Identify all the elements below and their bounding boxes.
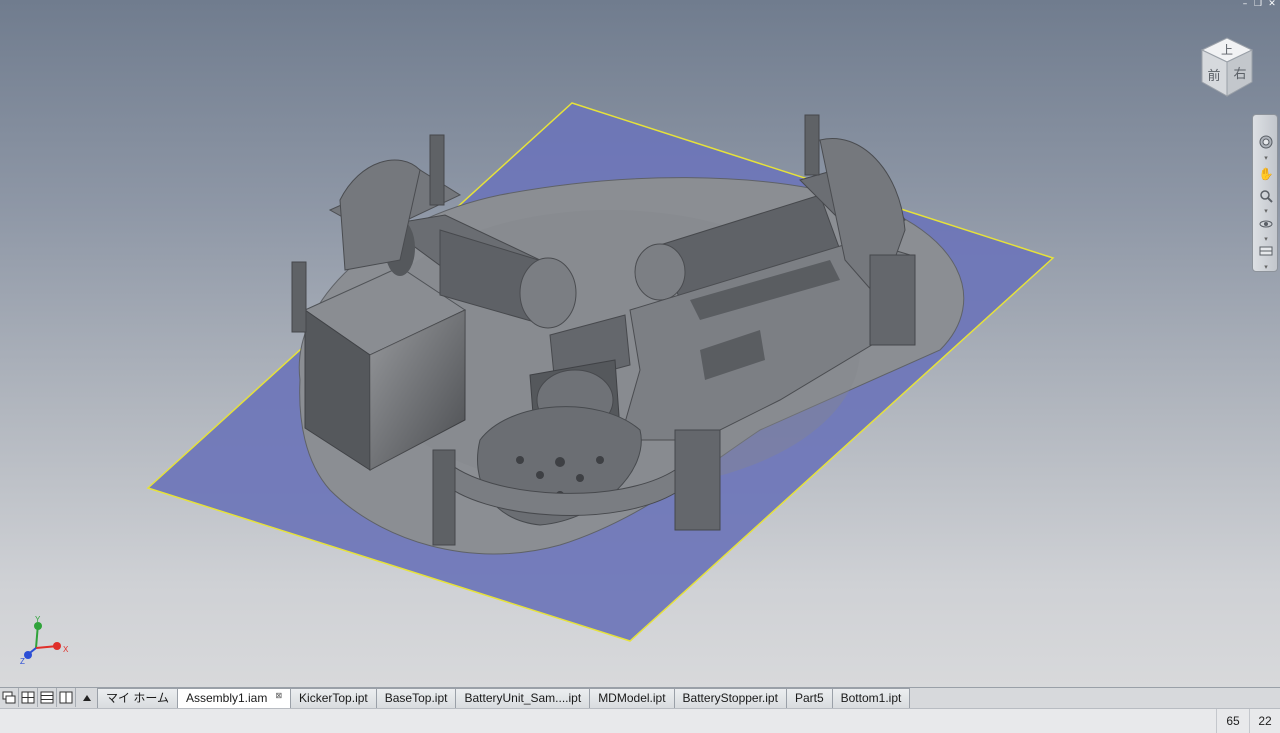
zoom-icon[interactable] bbox=[1257, 187, 1275, 205]
document-menu-up-icon[interactable] bbox=[76, 688, 98, 707]
chevron-down-icon[interactable]: ▾ bbox=[1262, 208, 1270, 215]
status-count-1: 65 bbox=[1216, 709, 1249, 733]
tab-kickertop[interactable]: KickerTop.ipt bbox=[290, 688, 377, 708]
chevron-down-icon[interactable]: ▾ bbox=[1262, 155, 1270, 162]
look-at-icon[interactable] bbox=[1257, 242, 1275, 260]
close-tab-icon[interactable]: ⊠ bbox=[275, 689, 282, 703]
graphics-viewport[interactable]: – ❐ ✕ 上 前 右 ▾ ✋ ▾ ▾ ▾ Y X Z bbox=[0, 0, 1280, 687]
view-cube[interactable]: 上 前 右 bbox=[1194, 34, 1260, 100]
viewcube-right-label[interactable]: 右 bbox=[1233, 67, 1246, 82]
tab-part5[interactable]: Part5 bbox=[785, 688, 833, 708]
close-button[interactable]: ✕ bbox=[1266, 0, 1278, 9]
coordinate-triad: Y X Z bbox=[20, 615, 69, 666]
model-scene[interactable] bbox=[0, 0, 1280, 687]
minimize-button[interactable]: – bbox=[1239, 0, 1251, 9]
tile-horizontal-icon[interactable] bbox=[38, 688, 57, 707]
tab-basetop[interactable]: BaseTop.ipt bbox=[375, 688, 457, 708]
status-count-2: 22 bbox=[1249, 709, 1280, 733]
triad-z-label: Z bbox=[20, 657, 25, 666]
tab-batterystopper[interactable]: BatteryStopper.ipt bbox=[673, 688, 787, 708]
chevron-down-icon[interactable]: ▾ bbox=[1262, 264, 1270, 271]
tile-windows-icon[interactable] bbox=[19, 688, 38, 707]
navigation-bar: ▾ ✋ ▾ ▾ ▾ bbox=[1252, 114, 1278, 272]
tile-vertical-icon[interactable] bbox=[57, 688, 76, 707]
tab-my-home[interactable]: マイ ホーム bbox=[97, 688, 178, 708]
document-tab-bar: マイ ホーム Assembly1.iam ⊠ KickerTop.ipt Base… bbox=[0, 687, 1280, 708]
document-tabs: マイ ホーム Assembly1.iam ⊠ KickerTop.ipt Base… bbox=[97, 688, 911, 708]
tab-batteryunit[interactable]: BatteryUnit_Sam....ipt bbox=[455, 688, 591, 708]
orbit-icon[interactable] bbox=[1257, 215, 1275, 233]
tab-assembly1[interactable]: Assembly1.iam ⊠ bbox=[176, 688, 292, 708]
tab-mdmodel[interactable]: MDModel.ipt bbox=[589, 688, 675, 708]
pan-icon[interactable]: ✋ bbox=[1257, 165, 1275, 183]
restore-button[interactable]: ❐ bbox=[1252, 0, 1264, 9]
viewcube-front-label[interactable]: 前 bbox=[1207, 68, 1220, 84]
steering-wheel-icon[interactable] bbox=[1257, 133, 1275, 151]
viewcube-top-label[interactable]: 上 bbox=[1221, 43, 1233, 57]
cascade-windows-icon[interactable] bbox=[0, 688, 19, 707]
triad-x-label: X bbox=[63, 645, 69, 654]
tab-bottom1[interactable]: Bottom1.ipt bbox=[831, 688, 911, 708]
status-bar: 65 22 bbox=[0, 708, 1280, 733]
triad-y-label: Y bbox=[35, 615, 41, 624]
